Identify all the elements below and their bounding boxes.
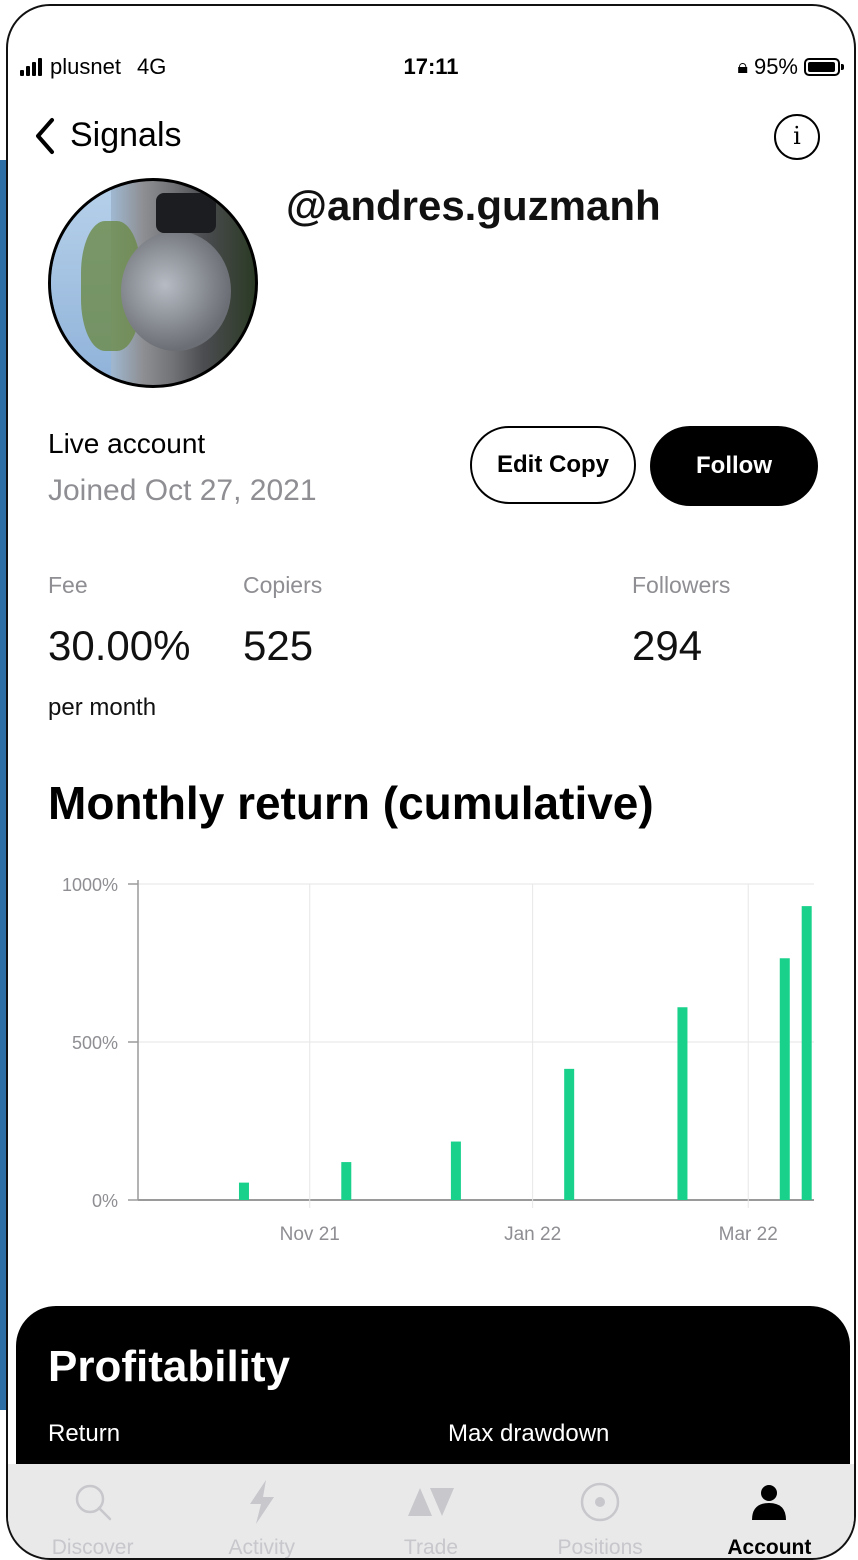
- back-label: Signals: [70, 116, 182, 154]
- tab-account[interactable]: Account: [685, 1464, 854, 1559]
- fee-label: Fee: [48, 572, 88, 598]
- phone-frame: plusnet 4G 17:11 🔒︎ 95% Signals i @andre…: [6, 4, 856, 1560]
- monthly-return-chart: 0% 500% 1000% Nov 21 Jan 22 Mar 22: [62, 875, 814, 1245]
- copiers-label: Copiers: [243, 572, 323, 598]
- battery-group: 🔒︎ 95%: [737, 54, 844, 80]
- edit-copy-button[interactable]: Edit Copy: [470, 426, 636, 504]
- tab-label: Account: [727, 1536, 812, 1559]
- tab-label: Activity: [228, 1536, 296, 1559]
- chart-bar: [779, 958, 790, 1200]
- x-tick-label: Mar 22: [719, 1224, 778, 1245]
- tab-positions[interactable]: Positions: [516, 1464, 685, 1559]
- y-tick-label: 0%: [92, 1191, 118, 1211]
- x-tick-label: Nov 21: [280, 1224, 340, 1245]
- return-label: Return: [48, 1420, 121, 1447]
- tab-discover[interactable]: Discover: [8, 1464, 177, 1559]
- max-drawdown-label: Max drawdown: [448, 1420, 610, 1447]
- avatar: [48, 178, 258, 388]
- rotation-lock-icon: 🔒︎: [737, 55, 748, 78]
- x-tick-label: Jan 22: [504, 1224, 561, 1245]
- followers-value: 294: [632, 622, 703, 669]
- chart-bar: [238, 1182, 249, 1200]
- y-tick-label: 500%: [72, 1033, 118, 1053]
- trade-arrows-icon: [407, 1488, 454, 1516]
- battery-icon: [804, 58, 844, 76]
- follow-button[interactable]: Follow: [650, 426, 818, 506]
- chart-bar: [341, 1162, 352, 1200]
- tab-label: Discover: [51, 1536, 134, 1559]
- chart-title: Monthly return (cumulative): [48, 777, 654, 829]
- info-button[interactable]: i: [774, 114, 820, 160]
- followers-label: Followers: [632, 572, 731, 598]
- status-bar: plusnet 4G 17:11 🔒︎ 95%: [8, 54, 854, 84]
- joined-date: Joined Oct 27, 2021: [48, 474, 317, 507]
- back-button[interactable]: Signals: [34, 116, 182, 155]
- target-icon: [580, 1482, 620, 1522]
- username: @andres.guzmanh: [286, 182, 661, 229]
- tab-trade[interactable]: Trade: [346, 1464, 515, 1559]
- nav-bar: Signals i: [8, 110, 854, 166]
- chart-bar: [801, 906, 812, 1200]
- profitability-title: Profitability: [48, 1342, 291, 1391]
- chart-bar: [564, 1068, 575, 1200]
- y-tick-label: 1000%: [62, 875, 118, 895]
- copiers-value: 525: [243, 622, 314, 669]
- tab-label: Trade: [403, 1536, 459, 1559]
- person-icon: [752, 1485, 787, 1520]
- chart-bar: [450, 1141, 461, 1200]
- battery-percent: 95%: [753, 54, 798, 79]
- tab-activity[interactable]: Activity: [177, 1464, 346, 1559]
- fee-period: per month: [48, 694, 157, 721]
- info-icon: i: [793, 122, 801, 150]
- clock: 17:11: [403, 54, 459, 79]
- tab-bar: Discover Activity Trade Positions Accoun…: [8, 1464, 854, 1559]
- chart-bar: [677, 1007, 688, 1200]
- lightning-icon: [249, 1480, 274, 1524]
- tab-label: Positions: [557, 1536, 643, 1559]
- search-icon: [75, 1484, 111, 1521]
- account-type: Live account: [48, 428, 206, 459]
- chevron-left-icon: [36, 117, 54, 154]
- fee-value: 30.00%: [48, 622, 191, 669]
